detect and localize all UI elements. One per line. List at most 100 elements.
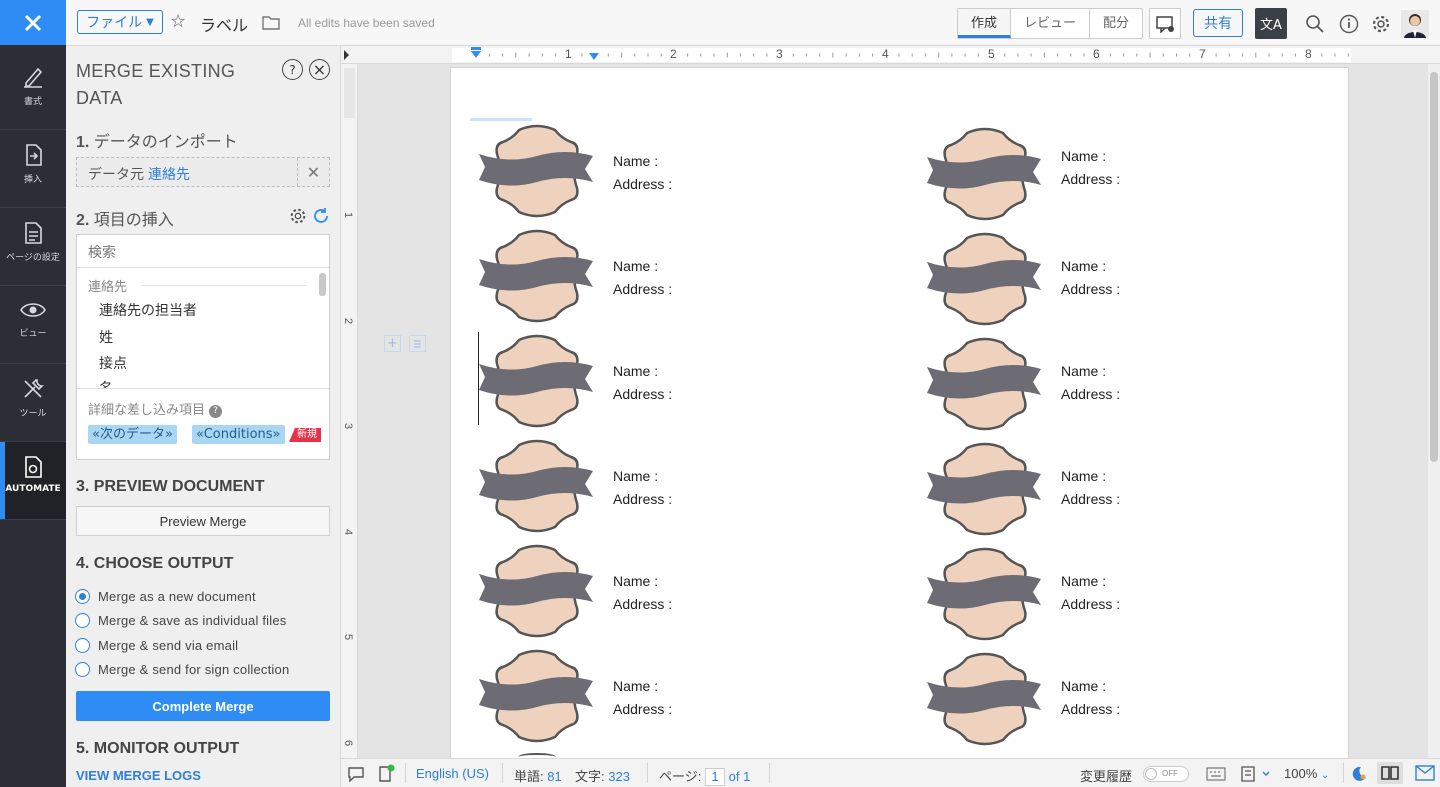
address-label[interactable]: Name : Address :: [927, 127, 1327, 227]
scrollbar-thumb[interactable]: [1430, 72, 1438, 462]
add-block-icon[interactable]: +: [384, 335, 401, 352]
address-label[interactable]: Name : Address :: [927, 442, 1327, 542]
output-option-sign[interactable]: Merge & send for sign collection: [75, 662, 289, 677]
close-icon[interactable]: [0, 0, 66, 45]
field-item[interactable]: 接点: [99, 353, 127, 373]
radio[interactable]: [75, 613, 90, 628]
clear-source-icon[interactable]: ✕: [297, 158, 329, 186]
data-source-value[interactable]: 連絡先: [148, 167, 190, 183]
view-merge-logs-link[interactable]: VIEW MERGE LOGS: [76, 768, 201, 783]
rail-item-format[interactable]: 書式: [0, 52, 66, 130]
document-title[interactable]: ラベル: [200, 12, 248, 36]
zoom-level[interactable]: 100% ⌄: [1284, 766, 1329, 781]
folder-icon[interactable]: [262, 15, 280, 30]
address-field: Address :: [613, 491, 673, 507]
address-label[interactable]: Name : Address :: [479, 439, 879, 539]
section-number: 2.: [76, 212, 90, 229]
option-label: Merge & send via email: [98, 638, 239, 653]
page-fit-icon[interactable]: [1239, 765, 1271, 783]
file-menu-button[interactable]: ファイル ▼: [77, 10, 163, 34]
radio[interactable]: [75, 638, 90, 653]
page-number-input[interactable]: 1: [704, 768, 725, 786]
rail-item-insert[interactable]: 挿入: [0, 130, 66, 208]
field-settings-gear-icon[interactable]: [289, 207, 307, 225]
track-changes-toggle[interactable]: OFF: [1143, 766, 1189, 782]
reading-view-button[interactable]: [1377, 762, 1403, 784]
help-icon[interactable]: ?: [282, 59, 303, 80]
document-page[interactable]: Name : Address : Name : Address : Name : Addr…: [450, 67, 1349, 758]
night-mode-icon[interactable]: [1350, 765, 1368, 783]
address-label[interactable]: Name : Address :: [927, 547, 1327, 647]
ruler-ticks: [344, 47, 1351, 62]
mode-distribute[interactable]: 配分: [1090, 9, 1142, 38]
field-item[interactable]: 名: [99, 378, 113, 388]
field-item[interactable]: 姓: [99, 327, 113, 347]
address-label[interactable]: Name : Address :: [479, 229, 879, 329]
ruler-number: 8: [1305, 47, 1312, 61]
rail-item-tools[interactable]: ツール: [0, 364, 66, 442]
gear-icon[interactable]: [1368, 8, 1394, 39]
address-label[interactable]: Name : Address :: [479, 649, 879, 749]
name-field: Name :: [1061, 678, 1107, 694]
address-label[interactable]: Name : Address :: [479, 124, 879, 224]
name-field: Name :: [613, 468, 659, 484]
horizontal-ruler[interactable]: 1 2 3 4 5 6 7 8: [341, 46, 1440, 64]
ruler-number: 5: [342, 633, 355, 641]
next-record-tag[interactable]: «次のデータ»: [88, 425, 177, 444]
output-option-individual-files[interactable]: Merge & save as individual files: [75, 613, 287, 628]
question-icon[interactable]: ?: [209, 405, 223, 418]
rail-item-page-setup[interactable]: ページの設定: [0, 208, 66, 286]
address-label[interactable]: Name : Address :: [927, 337, 1327, 437]
field-item[interactable]: 連絡先の担当者: [99, 300, 197, 320]
merge-panel: MERGE EXISTING DATA ? × 1. データのインポート データ…: [66, 46, 341, 787]
address-label[interactable]: Name : Address :: [927, 232, 1327, 332]
address-label[interactable]: Name : Address :: [479, 334, 879, 434]
radio[interactable]: [75, 662, 90, 677]
language-selector[interactable]: English (US): [416, 766, 489, 781]
share-button[interactable]: 共有: [1193, 9, 1243, 37]
left-rail: 書式 挿入 ページの設定 ビュー ツール AUTOMATE: [0, 0, 66, 787]
field-search-input[interactable]: 検索: [77, 235, 329, 268]
output-option-email[interactable]: Merge & send via email: [75, 638, 238, 653]
option-label: Merge & send for sign collection: [98, 662, 290, 677]
address-field: Address :: [1061, 386, 1121, 402]
rail-item-label: ビュー: [19, 329, 47, 339]
rail-item-view[interactable]: ビュー: [0, 286, 66, 364]
radio-selected[interactable]: [75, 589, 90, 604]
rail-item-automate[interactable]: AUTOMATE: [0, 442, 66, 520]
word-count: 単語: 81: [514, 766, 562, 785]
refresh-icon[interactable]: [312, 207, 330, 225]
translate-button[interactable]: 文A: [1255, 8, 1287, 39]
label-text: Name : Address :: [613, 675, 672, 721]
data-source-field[interactable]: データ元 連絡先 ✕: [76, 157, 330, 187]
address-field: Address :: [613, 596, 673, 612]
comment-notification-icon[interactable]: [1149, 8, 1181, 39]
chat-icon[interactable]: [347, 766, 365, 782]
mode-review[interactable]: レビュー: [1011, 9, 1091, 38]
avatar[interactable]: [1400, 8, 1430, 39]
output-option-new-document[interactable]: Merge as a new document: [75, 589, 256, 604]
save-status: All edits have been saved: [298, 16, 435, 30]
vertical-ruler[interactable]: 1 2 3 4 5 6: [341, 64, 358, 758]
search-icon[interactable]: [1301, 8, 1329, 39]
divider: [405, 763, 406, 783]
vertical-scrollbar[interactable]: [1428, 64, 1440, 758]
info-icon[interactable]: [1336, 8, 1362, 39]
close-panel-icon[interactable]: ×: [309, 59, 330, 80]
mail-icon[interactable]: [1415, 765, 1435, 781]
complete-merge-button[interactable]: Complete Merge: [76, 691, 330, 721]
conditions-tag[interactable]: «Conditions»: [192, 425, 285, 444]
star-icon[interactable]: ☆: [170, 11, 186, 32]
field-list-scrollbar[interactable]: [319, 273, 326, 296]
block-handle-icon[interactable]: [409, 335, 426, 352]
document-canvas[interactable]: + Name : Address : Name : Address : Name : Ad…: [358, 64, 1428, 758]
doc-status-icon[interactable]: [378, 764, 396, 783]
badge-shape-icon: [927, 547, 1041, 641]
address-label[interactable]: Name : Address :: [479, 544, 879, 644]
preview-merge-button[interactable]: Preview Merge: [76, 506, 330, 536]
address-label[interactable]: Name : Address :: [927, 652, 1327, 752]
mode-compose[interactable]: 作成: [958, 9, 1012, 38]
badge-shape-icon: [479, 229, 593, 323]
section-label: 項目の挿入: [93, 212, 174, 229]
keyboard-icon[interactable]: [1206, 767, 1226, 781]
